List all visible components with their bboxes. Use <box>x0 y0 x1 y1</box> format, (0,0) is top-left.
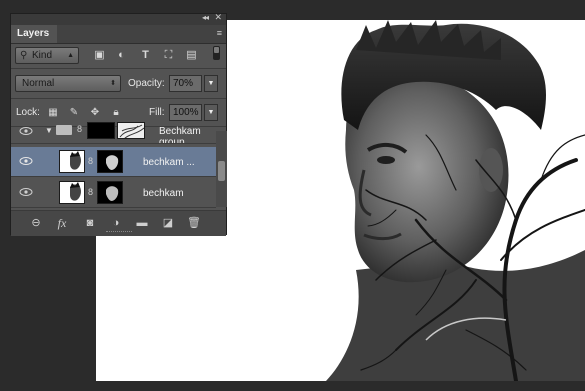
panel-topbar: ◂◂ ✕ <box>11 12 226 25</box>
panel-resize-grip[interactable] <box>106 231 132 235</box>
expand-triangle-icon[interactable]: ▼ <box>45 126 53 135</box>
adjustment-icon[interactable]: ◑ <box>109 216 123 230</box>
link-icon[interactable]: ⊖ <box>29 216 43 230</box>
chain-link-icon[interactable]: 8 <box>88 155 94 167</box>
adjustment-filter-icon[interactable]: ◐ <box>115 49 128 62</box>
visibility-eye-icon[interactable] <box>19 156 33 166</box>
search-icon: ⚲ <box>20 50 28 61</box>
layer-thumbnail[interactable] <box>59 181 85 204</box>
fx-icon[interactable]: fx <box>55 216 69 230</box>
opacity-slider-button[interactable]: ▼ <box>204 75 218 92</box>
visibility-eye-icon[interactable] <box>19 187 33 197</box>
smart-object-filter-icon[interactable]: ▤ <box>185 49 198 62</box>
image-filter-icon[interactable]: ▣ <box>93 49 106 62</box>
filter-kind-value: Kind <box>32 50 53 61</box>
opacity-label: Opacity: <box>128 78 165 89</box>
folder-icon[interactable]: ▬ <box>135 216 149 230</box>
layer-name: Bechkam group <box>159 126 201 144</box>
layer-name: bechkam ... <box>143 157 195 168</box>
opacity-field[interactable]: 70% <box>169 75 202 92</box>
layer-thumbnail[interactable] <box>59 150 85 173</box>
panel-menu-icon[interactable]: ≡ <box>217 28 222 38</box>
lock-label: Lock: <box>16 107 40 118</box>
group-texture-thumbnail[interactable] <box>117 122 145 139</box>
trash-icon[interactable]: 🗑︎ <box>187 216 201 230</box>
type-filter-icon[interactable]: T <box>139 49 152 62</box>
scrollbar-thumb[interactable] <box>218 161 225 181</box>
collapse-panel-button[interactable]: ◂◂ <box>202 13 209 22</box>
new-layer-icon[interactable]: ◪ <box>161 216 175 230</box>
mask-icon[interactable]: ◙ <box>83 216 97 230</box>
layer-name: bechkam <box>143 188 184 199</box>
chain-link-icon[interactable]: 8 <box>77 123 83 135</box>
chain-link-icon[interactable]: 8 <box>88 186 94 198</box>
close-panel-button[interactable]: ✕ <box>214 12 222 23</box>
blend-mode-value: Normal <box>22 78 55 89</box>
folder-icon <box>56 125 72 135</box>
layer-mask-thumbnail[interactable] <box>97 181 123 204</box>
layer-row[interactable]: 8 bechkam <box>11 178 216 208</box>
blend-mode-dropdown[interactable]: Normal ⬍ <box>15 75 121 92</box>
shape-filter-icon[interactable]: ⛶ <box>162 49 175 62</box>
filter-toggle[interactable] <box>213 46 220 60</box>
fill-label: Fill: <box>149 107 165 118</box>
group-mask-thumbnail[interactable] <box>87 122 115 139</box>
divider <box>11 98 226 99</box>
visibility-eye-icon[interactable] <box>19 126 33 136</box>
divider <box>11 68 226 69</box>
layer-row-group[interactable]: ▼ 8 Bechkam group <box>11 118 216 144</box>
layers-scrollbar[interactable] <box>216 131 227 207</box>
layer-row-selected[interactable]: 8 bechkam ... <box>11 147 216 177</box>
filter-kind-dropdown[interactable]: ⚲ Kind ▲ <box>15 47 79 64</box>
chevron-down-icon: ▲ <box>67 52 74 59</box>
layers-bottom-toolbar: ⊖ fx ◙ ◑ ▬ ◪ 🗑︎ <box>11 210 226 236</box>
layer-mask-thumbnail[interactable] <box>97 150 123 173</box>
panel-tabbar: Layers ≡ <box>11 25 226 44</box>
chevron-down-icon: ⬍ <box>110 80 116 87</box>
layers-panel: ◂◂ ✕ Layers ≡ ⚲ Kind ▲ ▣ ◐ T ⛶ ▤ Normal … <box>10 12 227 236</box>
tab-layers[interactable]: Layers <box>11 25 57 43</box>
